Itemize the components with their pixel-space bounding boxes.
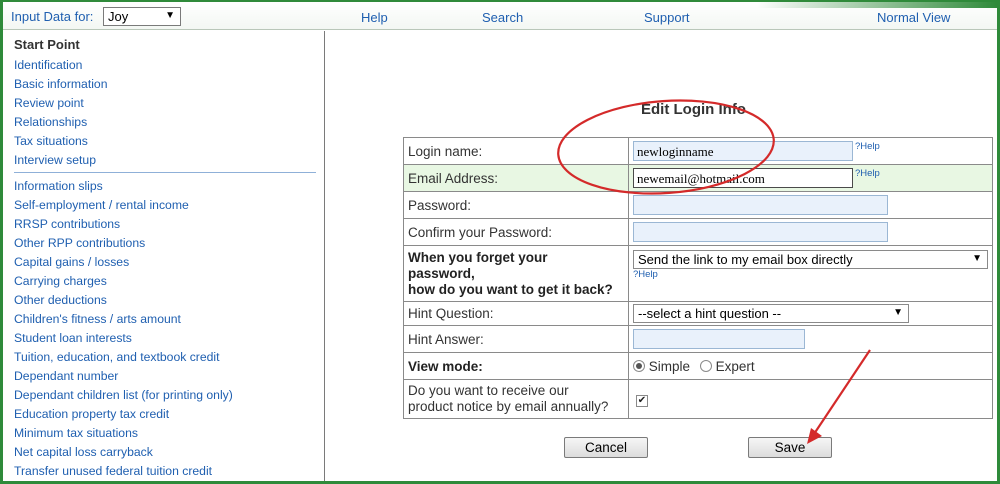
login-name-cell: newloginname ?Help: [628, 137, 993, 165]
sidebar-item[interactable]: Self-employment / rental income: [14, 198, 189, 212]
confirm-password-input[interactable]: [633, 222, 888, 242]
password-cell: [628, 191, 993, 219]
sidebar-item[interactable]: Information slips: [14, 179, 103, 193]
hint-question-select[interactable]: --select a hint question -- ▼: [633, 304, 909, 323]
sidebar-item[interactable]: Identification: [14, 58, 82, 72]
sidebar-item[interactable]: Carrying charges: [14, 274, 107, 288]
sidebar-item[interactable]: Review point: [14, 96, 84, 110]
view-simple-label: Simple: [648, 358, 691, 374]
login-form-table: Login name: newloginname ?Help Email Addr…: [403, 137, 993, 419]
sidebar-item[interactable]: Capital gains / losses: [14, 255, 129, 269]
login-name-input[interactable]: newloginname: [633, 141, 853, 161]
hint-question-cell: --select a hint question -- ▼: [628, 301, 993, 326]
support-link[interactable]: Support: [644, 10, 690, 25]
email-row: Email Address: newemail@hotmail.com ?Help: [403, 164, 993, 192]
email-input[interactable]: newemail@hotmail.com: [633, 168, 853, 188]
view-mode-label: View mode:: [403, 352, 629, 380]
sidebar-item[interactable]: Dependant number: [14, 369, 118, 383]
password-input[interactable]: [633, 195, 888, 215]
hint-answer-row: Hint Answer:: [403, 325, 993, 353]
sidebar-item[interactable]: Tax situations: [14, 134, 88, 148]
sidebar-item[interactable]: Tuition, education, and textbook credit: [14, 350, 220, 364]
view-simple-radio[interactable]: [633, 359, 645, 372]
password-row: Password:: [403, 191, 993, 219]
forget-label-line2: password,: [408, 265, 475, 281]
header-accent: [757, 2, 997, 8]
hint-question-row: Hint Question: --select a hint question …: [403, 301, 993, 326]
sidebar-item[interactable]: Other RPP contributions: [14, 236, 145, 250]
sidebar-item[interactable]: Interview setup: [14, 153, 96, 167]
chevron-down-icon: ▼: [165, 10, 175, 21]
cancel-button[interactable]: Cancel: [564, 437, 648, 458]
normal-view-link[interactable]: Normal View: [877, 10, 950, 25]
sidebar: Start Point Identification Basic informa…: [3, 31, 325, 481]
sidebar-item[interactable]: Relationships: [14, 115, 87, 129]
sidebar-title[interactable]: Start Point: [14, 37, 80, 52]
forget-password-label: When you forget your password, how do yo…: [403, 245, 629, 302]
view-expert-label: Expert: [715, 358, 755, 374]
confirm-password-cell: [628, 218, 993, 246]
hint-answer-input[interactable]: [633, 329, 805, 349]
sidebar-item[interactable]: Net capital loss carryback: [14, 445, 153, 459]
form-title: Edit Login Info: [641, 101, 746, 118]
save-button[interactable]: Save: [748, 437, 832, 458]
sidebar-item[interactable]: Dependant children list (for printing on…: [14, 388, 233, 402]
main-panel: Edit Login Info Login name: newloginname…: [326, 31, 997, 481]
sidebar-item[interactable]: Student loan interests: [14, 331, 132, 345]
hint-answer-label: Hint Answer:: [403, 325, 629, 353]
email-cell: newemail@hotmail.com ?Help: [628, 164, 993, 192]
login-name-label: Login name:: [403, 137, 629, 165]
view-mode-row: View mode: Simple Expert: [403, 352, 993, 380]
login-help-link[interactable]: ?Help: [855, 141, 880, 152]
chevron-down-icon: ▼: [893, 307, 903, 318]
user-select-value: Joy: [108, 9, 129, 24]
search-link[interactable]: Search: [482, 10, 523, 25]
notice-label-line2: product notice by email annually?: [408, 399, 609, 414]
sidebar-item[interactable]: Transfer unused federal tuition credit: [14, 464, 212, 478]
chevron-down-icon: ▼: [972, 253, 982, 264]
hint-question-label: Hint Question:: [403, 301, 629, 326]
forget-label-line3: how do you want to get it back?: [408, 281, 613, 297]
password-label: Password:: [403, 191, 629, 219]
email-label: Email Address:: [403, 164, 629, 192]
email-help-link[interactable]: ?Help: [855, 168, 880, 179]
view-mode-cell: Simple Expert: [628, 352, 993, 380]
sidebar-item[interactable]: RRSP contributions: [14, 217, 120, 231]
forget-password-cell: Send the link to my email box directly ▼…: [628, 245, 993, 302]
sidebar-item[interactable]: Other deductions: [14, 293, 107, 307]
login-name-row: Login name: newloginname ?Help: [403, 137, 993, 165]
confirm-password-row: Confirm your Password:: [403, 218, 993, 246]
sidebar-item[interactable]: Education property tax credit: [14, 407, 169, 421]
input-data-label: Input Data for:: [11, 9, 94, 24]
view-expert-radio[interactable]: [699, 359, 712, 372]
forget-label-line1: When you forget your: [408, 249, 548, 265]
hint-question-value: --select a hint question --: [638, 306, 782, 321]
user-select[interactable]: Joy ▼: [103, 7, 181, 26]
notice-cell: ✔: [628, 379, 993, 419]
top-bar: Input Data for: Joy ▼ Help Search Suppor…: [3, 2, 997, 30]
recovery-help-link[interactable]: ?Help: [633, 269, 658, 280]
confirm-password-label: Confirm your Password:: [403, 218, 629, 246]
recovery-method-value: Send the link to my email box directly: [638, 252, 853, 267]
sidebar-item[interactable]: Basic information: [14, 77, 107, 91]
forget-password-row: When you forget your password, how do yo…: [403, 245, 993, 302]
sidebar-item[interactable]: Children's fitness / arts amount: [14, 312, 181, 326]
help-link[interactable]: Help: [361, 10, 388, 25]
notice-label-line1: Do you want to receive our: [408, 383, 569, 398]
notice-label: Do you want to receive our product notic…: [403, 379, 629, 419]
notice-checkbox[interactable]: ✔: [636, 395, 648, 407]
hint-answer-cell: [628, 325, 993, 353]
sidebar-divider: [14, 172, 316, 173]
sidebar-item[interactable]: Minimum tax situations: [14, 426, 138, 440]
recovery-method-select[interactable]: Send the link to my email box directly ▼: [633, 250, 988, 269]
notice-row: Do you want to receive our product notic…: [403, 379, 993, 419]
